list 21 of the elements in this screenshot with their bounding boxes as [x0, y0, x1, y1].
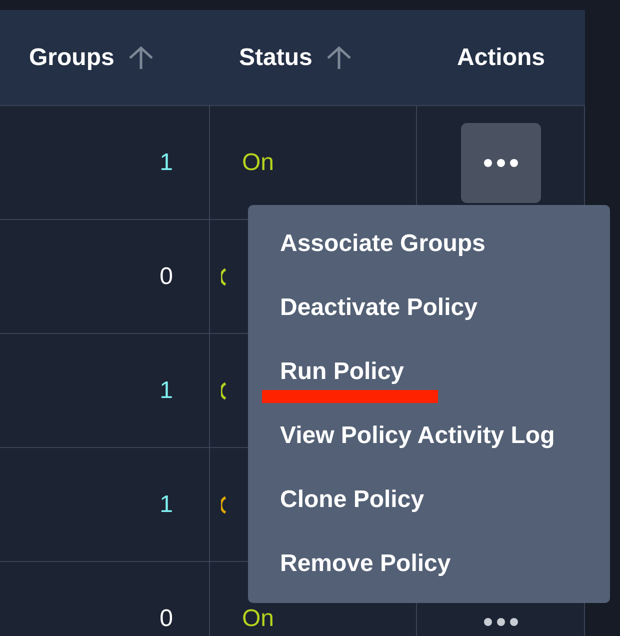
groups-count: 0: [160, 604, 173, 632]
status-text: On: [242, 604, 274, 632]
menu-item[interactable]: Deactivate Policy: [248, 276, 610, 340]
menu-item[interactable]: View Policy Activity Log: [248, 404, 610, 468]
sort-arrow-icon[interactable]: [326, 46, 352, 70]
column-header-label: Status: [239, 44, 312, 72]
column-header-label: Groups: [29, 44, 114, 72]
menu-item[interactable]: Associate Groups: [248, 212, 610, 276]
groups-count: 1: [160, 490, 173, 518]
groups-count: 1: [160, 376, 173, 404]
more-icon: [484, 618, 518, 626]
sort-arrow-icon[interactable]: [128, 46, 154, 70]
more-actions-button[interactable]: [460, 122, 540, 202]
menu-item[interactable]: Remove Policy: [248, 532, 610, 596]
more-icon: [484, 158, 518, 166]
menu-item[interactable]: Run Policy: [248, 340, 610, 404]
menu-item[interactable]: Clone Policy: [248, 468, 610, 532]
groups-count: 0: [160, 262, 173, 290]
groups-count: 1: [160, 148, 173, 176]
status-text: On: [242, 148, 274, 176]
column-header-label: Actions: [456, 44, 545, 72]
